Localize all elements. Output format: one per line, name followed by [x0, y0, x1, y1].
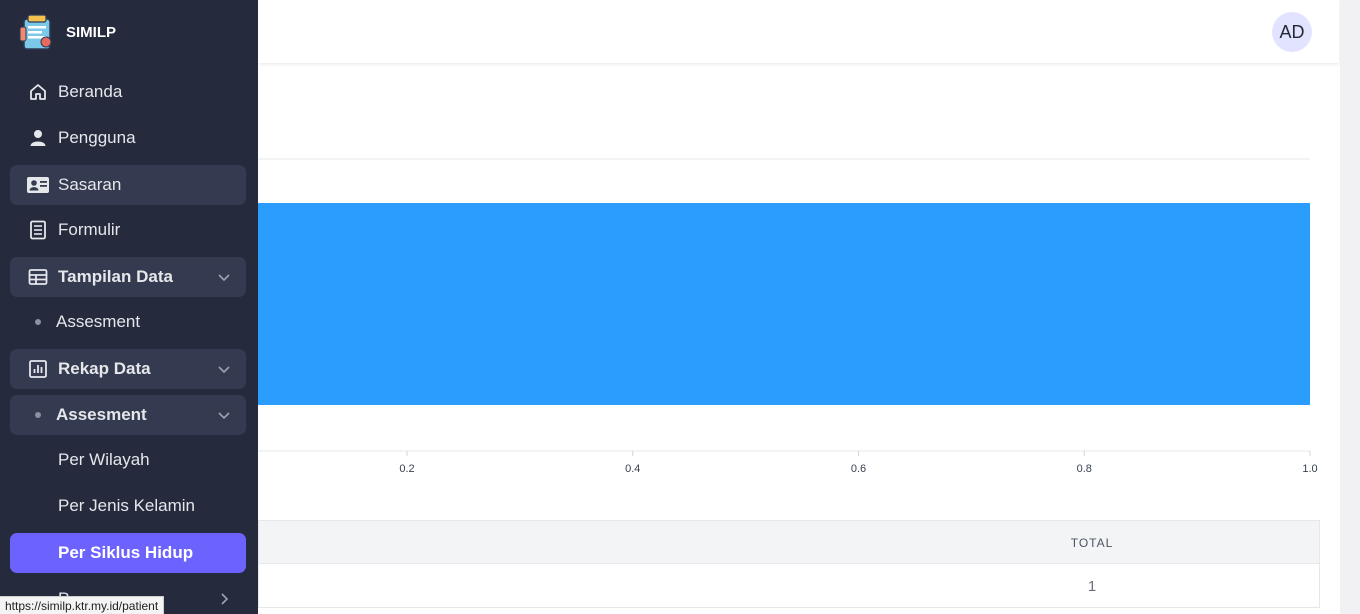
bullet-dot-icon — [35, 319, 41, 325]
app-logo-icon — [19, 14, 52, 50]
home-icon — [26, 80, 50, 104]
sidebar-item-beranda[interactable]: Beranda — [10, 72, 246, 112]
table-row: 1 — [259, 564, 1319, 608]
sidebar-item-rekap-data[interactable]: Rekap Data — [10, 349, 246, 389]
chevron-down-icon — [218, 366, 230, 374]
x-tick-label: 0.8 — [1077, 463, 1092, 475]
user-icon — [26, 126, 50, 150]
bar-chart: 0.2 0.4 0.6 0.8 1.0 — [258, 158, 1318, 475]
data-table: TOTAL 1 — [258, 520, 1320, 608]
sidebar-item-pengguna[interactable]: Pengguna — [10, 118, 246, 158]
sidebar-item-assesment-rekap[interactable]: Assesment — [10, 395, 246, 435]
chevron-down-icon — [218, 412, 230, 420]
chart-bar[interactable] — [258, 203, 1310, 405]
id-card-icon — [26, 173, 50, 197]
sidebar-item-formulir[interactable]: Formulir — [10, 210, 246, 250]
scrollbar[interactable] — [1340, 0, 1360, 614]
sidebar-item-label: Assesment — [56, 312, 141, 331]
bullet-dot-icon — [35, 412, 41, 418]
x-tick-label: 1.0 — [1302, 463, 1317, 475]
x-tick-label: 0.6 — [851, 463, 866, 475]
chevron-down-icon — [218, 274, 230, 282]
sidebar-item-label: Per Siklus Hidup — [58, 543, 194, 562]
main-content: AD 0.2 0.4 0.6 0.8 1.0 TOTAL 1 — [258, 0, 1340, 614]
sidebar-item-assesment[interactable]: Assesment — [10, 302, 246, 342]
sidebar-item-label: Beranda — [58, 82, 123, 101]
sidebar-item-label: Formulir — [58, 220, 121, 239]
sidebar-item-label: Sasaran — [58, 175, 122, 194]
sidebar-item-tampilan-data[interactable]: Tampilan Data — [10, 257, 246, 297]
column-header-total: TOTAL — [1070, 535, 1114, 550]
table-icon — [26, 265, 50, 289]
sidebar-item-label: Tampilan Data — [58, 267, 173, 286]
status-bar-url: https://similp.ktr.my.id/patient — [0, 596, 165, 614]
sidebar-item-label: Per Jenis Kelamin — [58, 496, 196, 515]
cell-total: 1 — [1087, 577, 1097, 595]
sidebar-item-label: Per Wilayah — [58, 450, 150, 469]
sidebar: SIMILP Beranda Pengguna Sasaran Formulir… — [0, 0, 258, 614]
brand[interactable]: SIMILP — [18, 12, 116, 52]
table-header: TOTAL — [259, 521, 1319, 564]
x-tick-label: 0.4 — [625, 463, 640, 475]
sidebar-item-label: Assesment — [56, 405, 147, 424]
document-icon — [26, 218, 50, 242]
bar-chart-icon — [26, 357, 50, 381]
chevron-right-icon — [221, 593, 229, 605]
x-tick-label: 0.2 — [399, 463, 414, 475]
sidebar-item-per-wilayah[interactable]: Per Wilayah — [10, 440, 246, 480]
sidebar-item-label: Pengguna — [58, 128, 136, 147]
sidebar-item-per-siklus-hidup[interactable]: Per Siklus Hidup — [10, 533, 246, 573]
sidebar-item-label: Rekap Data — [58, 359, 151, 378]
sidebar-item-sasaran[interactable]: Sasaran — [10, 165, 246, 205]
sidebar-item-per-jenis-kelamin[interactable]: Per Jenis Kelamin — [10, 486, 246, 526]
app-name: SIMILP — [66, 23, 117, 41]
